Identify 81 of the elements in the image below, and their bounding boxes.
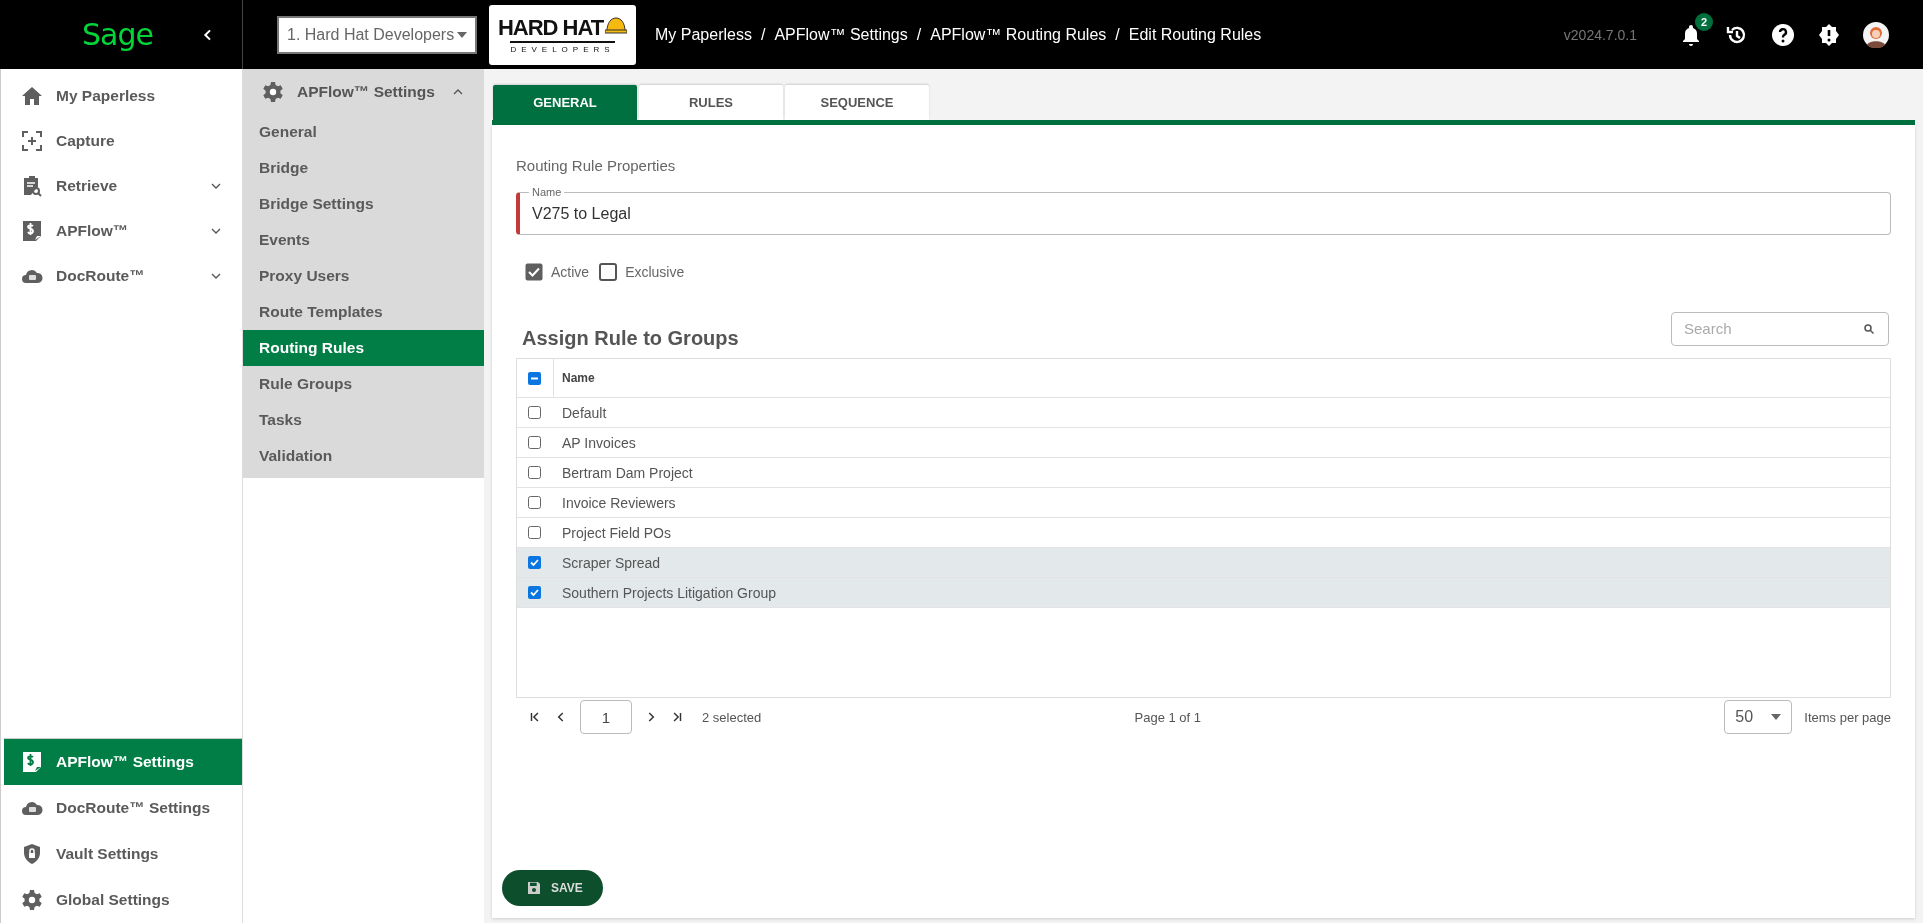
nav-item[interactable]: APFlow™ Settings [4, 739, 242, 785]
checkbox[interactable] [528, 406, 541, 419]
alert-button[interactable] [1817, 22, 1841, 47]
checkbox[interactable] [525, 263, 543, 281]
menu-item[interactable]: Bridge Settings [243, 186, 484, 222]
breadcrumb-separator: / [916, 25, 922, 44]
checkbox[interactable] [528, 466, 541, 479]
page-input[interactable]: 1 [580, 700, 632, 734]
notification-badge: 2 [1695, 12, 1713, 31]
capture-icon [20, 128, 44, 153]
logo-subtitle: DEVELOPERS [510, 40, 615, 54]
table-cell-text: Scraper Spread [561, 553, 661, 573]
help-icon [1771, 22, 1795, 47]
checkbox[interactable] [528, 526, 541, 539]
section-title: Assign Rule to Groups [522, 327, 739, 350]
settings-icon [20, 888, 44, 912]
checkbox-label: Exclusive [625, 264, 685, 280]
breadcrumb-separator: / [760, 25, 766, 44]
checkbox[interactable] [599, 263, 618, 281]
table-cell-text: AP Invoices [561, 433, 636, 453]
caret-icon [1771, 714, 1782, 720]
column-header: Name [561, 370, 595, 387]
nav-item[interactable]: My Paperless [4, 73, 242, 118]
table-cell-text: Southern Projects Litigation Group [561, 583, 776, 603]
menu-item[interactable]: General [243, 114, 484, 150]
menu-item[interactable]: Route Templates [243, 294, 484, 330]
table-cell-text: Default [561, 403, 607, 423]
caret-icon [457, 31, 467, 38]
page-size-label: Items per page [1804, 709, 1891, 725]
checkbox[interactable] [528, 496, 541, 509]
help-button[interactable] [1771, 22, 1795, 47]
settings-icon [261, 79, 285, 104]
checkbox[interactable] [528, 371, 541, 385]
nav-item[interactable]: Global Settings [4, 877, 242, 923]
tab[interactable]: SEQUENCE [785, 85, 929, 120]
breadcrumb-link[interactable]: My Paperless [655, 25, 752, 44]
nav-item[interactable]: Retrieve [4, 163, 242, 208]
breadcrumb-link[interactable]: Edit Routing Rules [1128, 25, 1262, 44]
menu-item[interactable]: Routing Rules [243, 330, 484, 366]
menu-item[interactable]: Tasks [243, 402, 484, 438]
tab[interactable]: RULES [639, 85, 783, 120]
menu-item[interactable]: Events [243, 222, 484, 258]
version-label: v2024.7.0.1 [1563, 26, 1637, 43]
page-size-dropdown[interactable]: 50 [1724, 700, 1793, 734]
nav-item[interactable]: Capture [4, 118, 242, 163]
nav-item[interactable]: DocRoute™ [4, 253, 242, 298]
save-button[interactable]: SAVE [502, 870, 603, 906]
hard-hat-icon [605, 15, 628, 34]
tab[interactable]: GENERAL [493, 85, 637, 120]
page-info: Page 1 of 1 [1133, 709, 1202, 725]
selection-count: 2 selected [702, 709, 762, 725]
logo: Sage [82, 17, 153, 52]
nav-item[interactable]: Vault Settings [4, 831, 242, 877]
section-title: Routing Rule Properties [516, 157, 677, 174]
nav-item[interactable]: APFlow™ [4, 208, 242, 253]
user-avatar[interactable] [1863, 21, 1889, 48]
field-label: Name [529, 186, 565, 198]
checkbox-label: Active [551, 264, 590, 280]
menu-header[interactable]: APFlow™ Settings [243, 69, 484, 114]
checkbox[interactable] [528, 586, 541, 599]
menu-item[interactable]: Bridge [243, 150, 484, 186]
checkbox[interactable] [528, 436, 541, 449]
breadcrumb-link[interactable]: APFlow™ Routing Rules [930, 25, 1107, 44]
dollar-document-icon [20, 750, 44, 774]
nav-item[interactable]: DocRoute™ Settings [4, 785, 242, 831]
alert-icon [1817, 22, 1841, 47]
breadcrumb-link[interactable]: APFlow™ Settings [774, 25, 908, 44]
table-cell-text: Bertram Dam Project [561, 463, 693, 483]
menu-item[interactable]: Proxy Users [243, 258, 484, 294]
avatar-icon [1863, 21, 1889, 48]
table-cell-text: Invoice Reviewers [561, 493, 676, 513]
logo-title: HARD HAT [497, 15, 604, 40]
breadcrumb-separator: / [1115, 25, 1120, 44]
dollar-document-icon [20, 218, 44, 243]
checkbox[interactable] [528, 556, 541, 569]
menu-item[interactable]: Rule Groups [243, 366, 484, 402]
search-icon [1863, 322, 1875, 335]
company-dropdown[interactable]: 1. Hard Hat Developers [277, 15, 477, 54]
menu-item[interactable]: Validation [243, 438, 484, 474]
search-field[interactable]: Search [1671, 311, 1889, 346]
table-cell-text: Project Field POs [561, 523, 671, 543]
